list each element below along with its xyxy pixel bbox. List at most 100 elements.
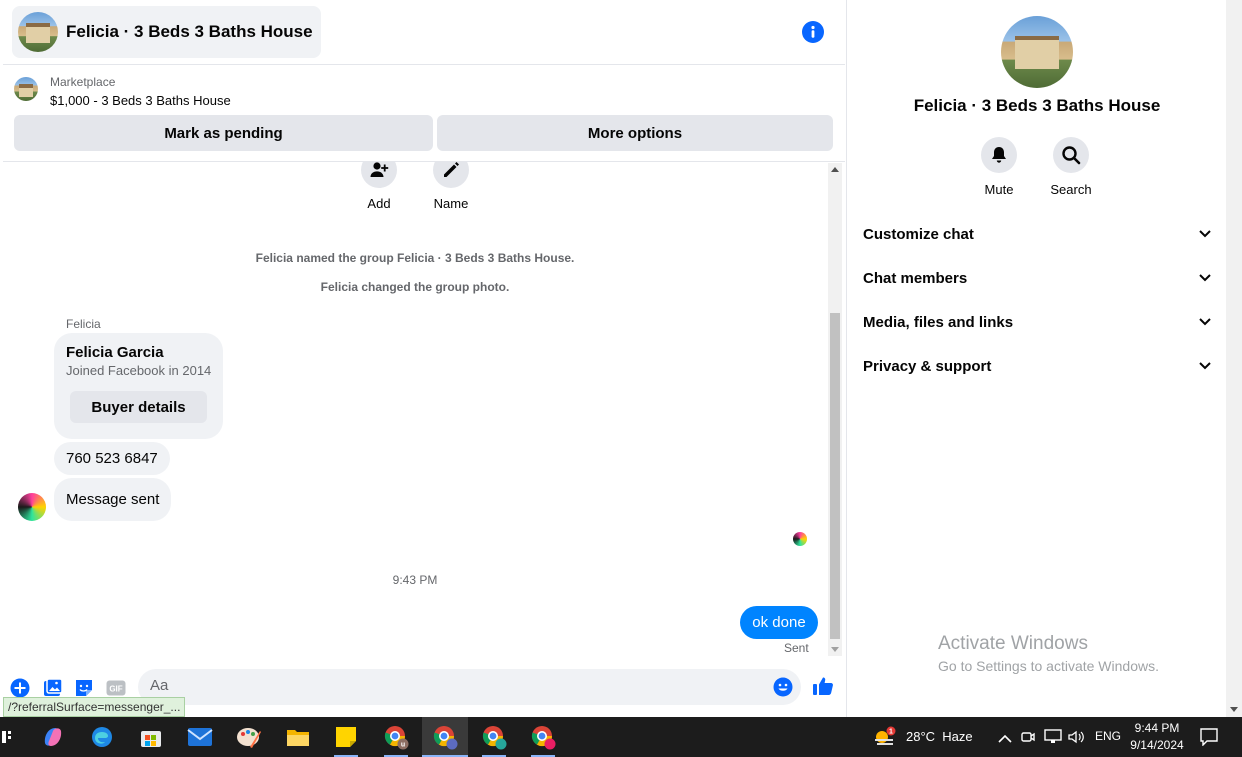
notification-center-icon[interactable] <box>1200 728 1218 751</box>
edge-icon[interactable] <box>79 717 125 757</box>
message-input[interactable] <box>150 677 750 694</box>
sticky-notes-icon[interactable] <box>323 717 369 757</box>
listing-title[interactable]: $1,000 - 3 Beds 3 Baths House <box>50 93 231 108</box>
message-bubble[interactable]: 760 523 6847 <box>54 442 170 475</box>
info-icon[interactable] <box>802 21 824 43</box>
outgoing-message[interactable]: ok done <box>740 606 818 639</box>
marketplace-label: Marketplace <box>50 75 116 89</box>
mark-as-pending-button[interactable]: Mark as pending <box>14 115 433 151</box>
chevron-down-icon <box>1199 362 1211 370</box>
link-status-bar: /?referralSurface=messenger_... <box>3 697 186 717</box>
chrome-profile-u-icon[interactable]: u <box>373 717 419 757</box>
copilot-icon[interactable] <box>30 717 76 757</box>
clock-date: 9/14/2024 <box>1130 738 1184 752</box>
weather-text[interactable]: 28°C Haze <box>906 729 973 744</box>
plus-circle-icon[interactable] <box>10 678 30 698</box>
system-clock[interactable]: 9:44 PM 9/14/2024 <box>1124 720 1190 754</box>
privacy-support-section[interactable]: Privacy & support <box>847 344 1227 388</box>
meet-now-icon[interactable] <box>1021 729 1035 750</box>
watermark-title: Activate Windows <box>938 633 1088 654</box>
listing-thumbnail[interactable] <box>14 77 38 101</box>
thumbs-up-icon[interactable] <box>812 675 834 697</box>
gif-label: GIF <box>109 685 122 694</box>
volume-icon[interactable] <box>1067 729 1085 750</box>
buyer-profile-card: Felicia Garcia Joined Facebook in 2014 B… <box>54 333 223 439</box>
seen-indicator-avatar <box>793 532 807 546</box>
chat-info-panel: Felicia · 3 Beds 3 Baths House Mute Sear… <box>846 0 1226 717</box>
photo-icon[interactable] <box>43 678 63 698</box>
mute-label: Mute <box>984 182 1014 197</box>
chat-title: Felicia · 3 Beds 3 Baths House <box>66 22 313 41</box>
gif-icon[interactable]: GIF <box>106 678 126 698</box>
microsoft-store-icon[interactable] <box>128 717 174 757</box>
thread-scrollbar[interactable] <box>828 163 842 656</box>
section-label: Media, files and links <box>863 313 1014 331</box>
network-icon[interactable] <box>1044 729 1062 750</box>
bell-icon <box>981 137 1017 173</box>
chat-header: Felicia · 3 Beds 3 Baths House <box>3 0 845 65</box>
profile-badge: u <box>401 742 405 749</box>
weather-icon[interactable]: 1 <box>873 726 897 748</box>
section-label: Chat members <box>863 269 968 287</box>
group-avatar <box>18 12 58 52</box>
customize-chat-section[interactable]: Customize chat <box>847 212 1227 256</box>
scroll-thumb[interactable] <box>830 313 840 639</box>
add-label: Add <box>367 196 391 211</box>
chrome-profile-icon[interactable] <box>520 717 566 757</box>
emoji-icon[interactable] <box>773 677 793 697</box>
sender-name: Felicia <box>66 317 101 331</box>
group-photo[interactable] <box>1001 16 1073 88</box>
add-person-icon <box>361 162 397 188</box>
buyer-name: Felicia Garcia <box>66 344 164 361</box>
search-action[interactable]: Search <box>1041 137 1101 197</box>
chat-title-button[interactable]: Felicia · 3 Beds 3 Baths House <box>12 6 321 58</box>
chevron-down-icon <box>1199 318 1211 326</box>
timestamp: 9:43 PM <box>392 573 438 587</box>
message-bubble[interactable]: Message sent <box>54 478 172 521</box>
name-label: Name <box>433 196 469 211</box>
activate-windows-watermark: Activate Windows Go to Settings to activ… <box>938 633 1159 674</box>
add-people-action[interactable]: Add <box>359 162 399 211</box>
scroll-down-icon[interactable] <box>1230 707 1238 712</box>
watermark-subtitle: Go to Settings to activate Windows. <box>938 658 1159 674</box>
page-scrollbar[interactable] <box>1226 0 1242 717</box>
scroll-up-icon[interactable] <box>831 167 839 172</box>
mail-icon[interactable] <box>177 717 223 757</box>
section-label: Customize chat <box>863 225 974 243</box>
sticker-icon[interactable] <box>74 678 94 698</box>
message-input-box[interactable] <box>138 669 801 705</box>
system-message: Felicia named the group Felicia · 3 Beds… <box>255 251 575 265</box>
chevron-up-icon[interactable] <box>998 731 1012 749</box>
media-files-links-section[interactable]: Media, files and links <box>847 300 1227 344</box>
search-icon <box>1053 137 1089 173</box>
pencil-icon <box>433 162 469 188</box>
mute-action[interactable]: Mute <box>969 137 1029 197</box>
more-options-button[interactable]: More options <box>437 115 833 151</box>
name-group-action[interactable]: Name <box>431 162 471 211</box>
search-label: Search <box>1050 182 1092 197</box>
screen: Felicia · 3 Beds 3 Baths House Marketpla… <box>0 0 1242 757</box>
input-language[interactable]: ENG <box>1095 729 1121 743</box>
chat-column: Felicia · 3 Beds 3 Baths House Marketpla… <box>3 0 845 717</box>
clock-time: 9:44 PM <box>1134 721 1180 735</box>
weather-badge: 1 <box>889 729 893 736</box>
scroll-down-icon[interactable] <box>831 647 839 652</box>
chevron-down-icon <box>1199 230 1211 238</box>
windows-taskbar: u 1 28°C Haze ENG 9:44 PM 9/14/2024 <box>0 717 1242 757</box>
chrome-profile-icon[interactable] <box>471 717 517 757</box>
message-thread: Add Name Felicia named the group Felicia… <box>3 162 827 656</box>
sender-avatar[interactable] <box>18 493 46 521</box>
paint-icon[interactable] <box>226 717 272 757</box>
chevron-down-icon <box>1199 274 1211 282</box>
file-explorer-icon[interactable] <box>275 717 321 757</box>
buyer-details-button[interactable]: Buyer details <box>70 391 207 423</box>
panel-title: Felicia · 3 Beds 3 Baths House <box>913 96 1161 115</box>
marketplace-banner: Marketplace $1,000 - 3 Beds 3 Baths Hous… <box>3 66 845 162</box>
task-view-icon[interactable] <box>0 717 14 757</box>
chat-members-section[interactable]: Chat members <box>847 256 1227 300</box>
buyer-joined: Joined Facebook in 2014 <box>66 363 212 378</box>
delivery-status: Sent <box>784 641 809 655</box>
chrome-profile-active-icon[interactable] <box>422 717 468 757</box>
system-message: Felicia changed the group photo. <box>320 280 510 294</box>
section-label: Privacy & support <box>863 357 992 375</box>
